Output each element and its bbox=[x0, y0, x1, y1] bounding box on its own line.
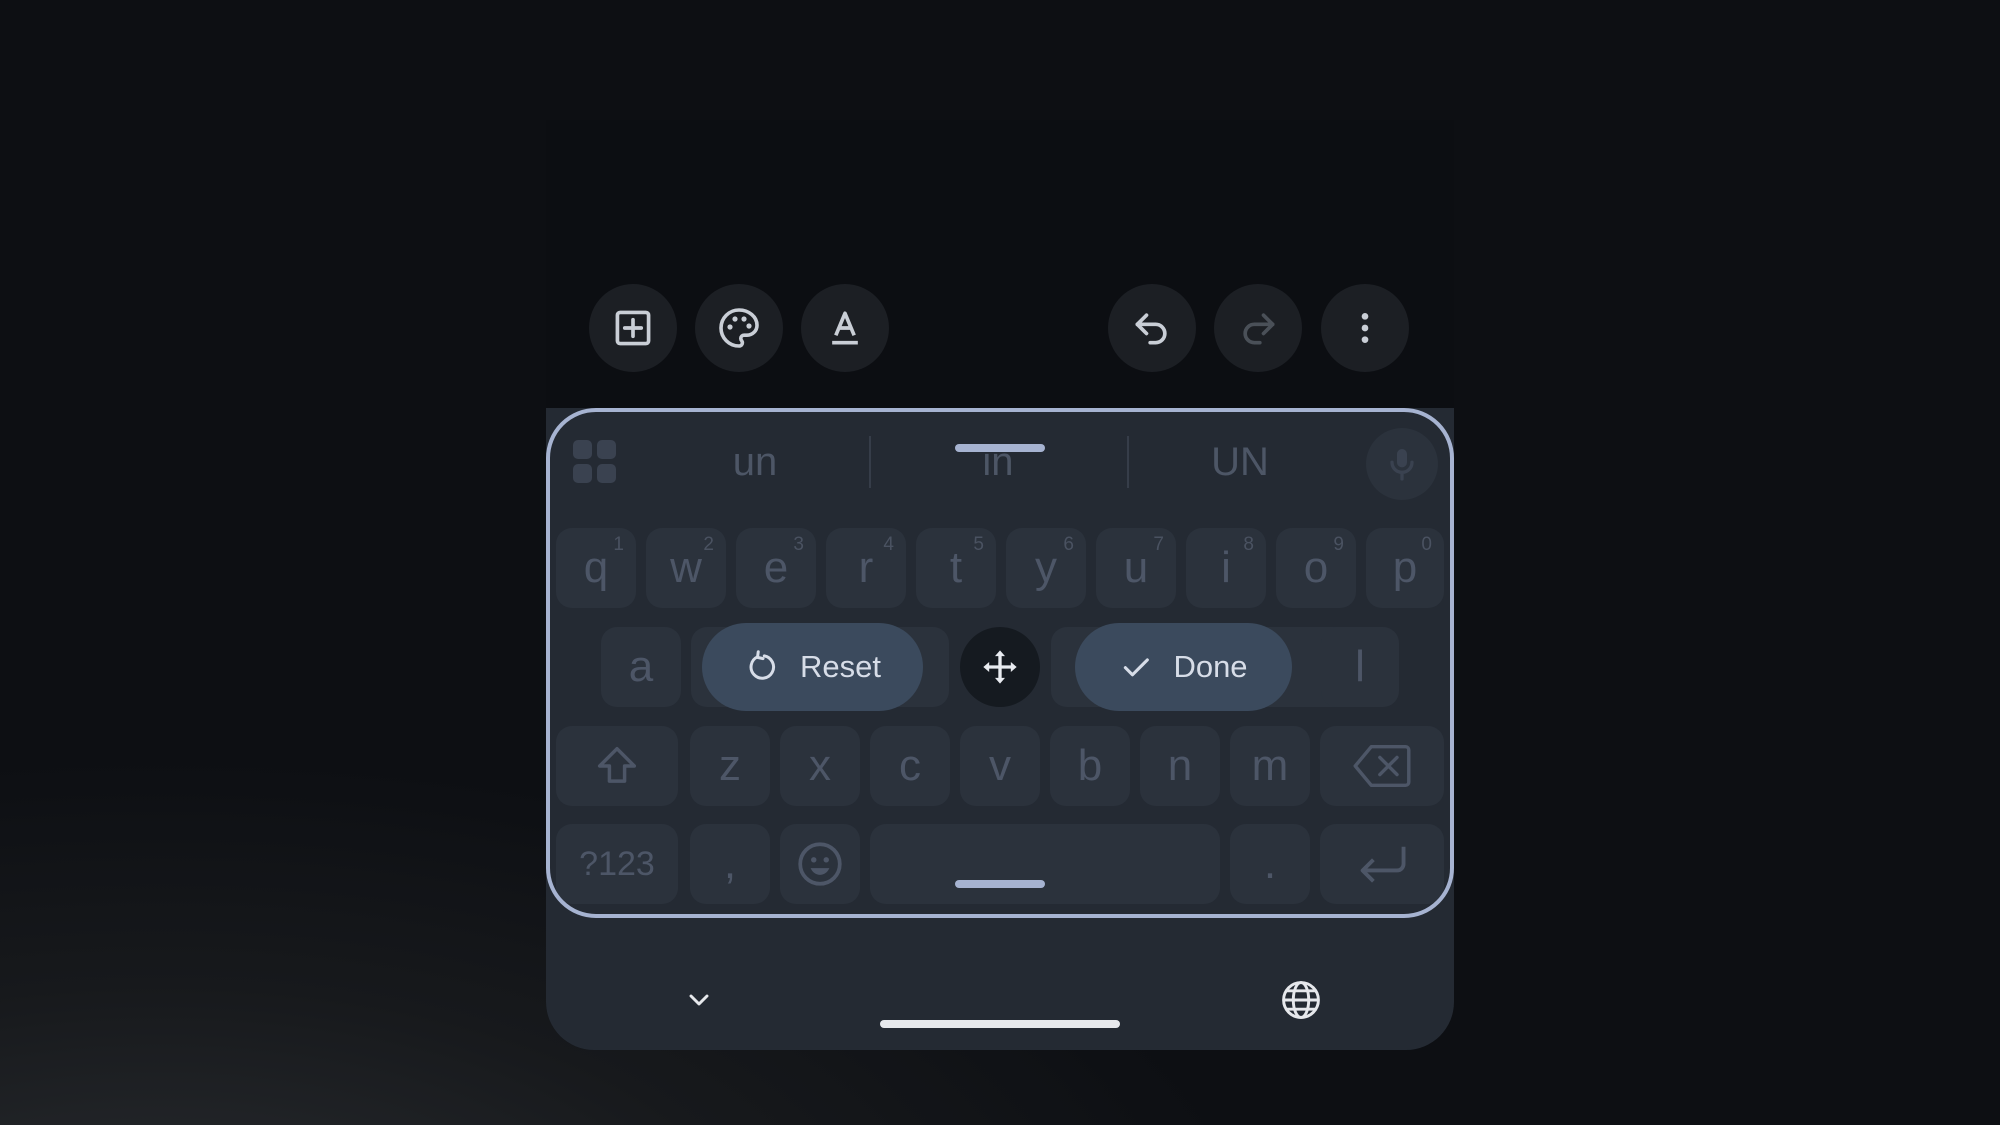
chevron-down-icon bbox=[689, 994, 709, 1006]
undo-button[interactable] bbox=[1108, 284, 1196, 372]
bottom-resize-handle[interactable] bbox=[955, 880, 1045, 888]
done-label: Done bbox=[1173, 649, 1248, 684]
move-icon bbox=[983, 650, 1017, 684]
palette-button[interactable] bbox=[695, 284, 783, 372]
more-vert-icon bbox=[1361, 313, 1369, 343]
top-resize-handle[interactable] bbox=[955, 444, 1045, 452]
text-format-button[interactable] bbox=[801, 284, 889, 372]
add-box-icon bbox=[615, 310, 651, 346]
done-button[interactable]: Done bbox=[1075, 623, 1292, 711]
redo-icon bbox=[1243, 313, 1275, 345]
language-switch-button[interactable] bbox=[1276, 975, 1326, 1025]
move-keyboard-button[interactable] bbox=[960, 627, 1040, 707]
reset-label: Reset bbox=[800, 649, 881, 684]
check-icon bbox=[1124, 658, 1150, 677]
text-format-icon bbox=[832, 311, 858, 345]
globe-icon bbox=[1282, 981, 1320, 1019]
more-options-button[interactable] bbox=[1321, 284, 1409, 372]
reset-button[interactable]: Reset bbox=[702, 623, 923, 711]
reset-icon bbox=[749, 650, 776, 680]
redo-button[interactable] bbox=[1214, 284, 1302, 372]
palette-icon bbox=[719, 308, 759, 348]
add-box-button[interactable] bbox=[589, 284, 677, 372]
gesture-nav-handle[interactable] bbox=[880, 1020, 1120, 1028]
hide-keyboard-button[interactable] bbox=[676, 977, 722, 1023]
undo-icon bbox=[1135, 313, 1167, 345]
